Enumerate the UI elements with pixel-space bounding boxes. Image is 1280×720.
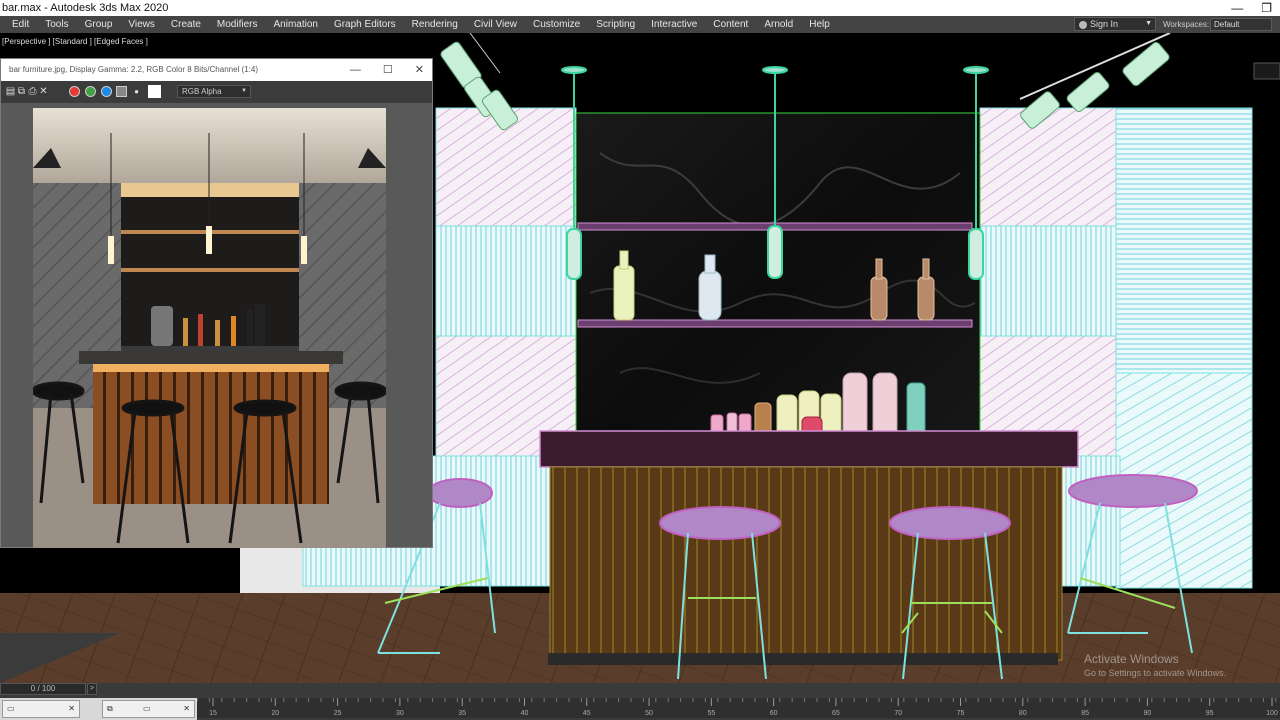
alpha-toggle-icon[interactable] — [116, 86, 127, 97]
tick-label: 30 — [396, 710, 404, 717]
workspaces-label: Workspaces: — [1163, 20, 1210, 29]
frame-buffer-toolbar: ▤ ⧉ ⎙ ✕ ● RGB Alpha ▼ — [1, 81, 432, 103]
channel-select-value: RGB Alpha — [182, 87, 222, 96]
restore-icon[interactable]: ❐ — [1261, 0, 1272, 16]
tick-label: 55 — [707, 710, 715, 717]
menu-tools[interactable]: Tools — [37, 16, 76, 33]
app-window: bar.max - Autodesk 3ds Max 2020 — ❐ Edit… — [0, 0, 1280, 720]
tick-label: 40 — [521, 710, 529, 717]
frame-buffer-titlebar[interactable]: bar furniture.jpg, Display Gamma: 2.2, R… — [1, 59, 432, 81]
menu-help[interactable]: Help — [801, 16, 838, 33]
tick-label: 60 — [770, 710, 778, 717]
tick-label: 35 — [458, 710, 466, 717]
track-bar[interactable]: 15 20 25 30 35 40 45 50 55 60 65 70 75 80 85 90 95 100 — [197, 698, 1280, 718]
tick-label: 15 — [209, 710, 217, 717]
chevron-down-icon: ▼ — [1145, 20, 1152, 27]
menu-modifiers[interactable]: Modifiers — [209, 16, 266, 33]
counter-body — [549, 466, 1063, 661]
menu-rendering[interactable]: Rendering — [404, 16, 466, 33]
chevron-down-icon: ▼ — [241, 88, 247, 94]
blue-channel-toggle[interactable] — [101, 86, 112, 97]
print-icon[interactable]: ⎙ — [27, 86, 38, 97]
menu-interactive[interactable]: Interactive — [643, 16, 705, 33]
red-channel-toggle[interactable] — [69, 86, 80, 97]
minimized-window-icon: ▭ — [7, 704, 15, 713]
workspace-select[interactable]: Default — [1210, 18, 1272, 31]
menu-views[interactable]: Views — [120, 16, 163, 33]
clear-icon[interactable]: ✕ — [38, 86, 49, 97]
lower-shelf — [577, 319, 973, 328]
window-taskbar: ▭ ✕ ⧉ ▭ ✕ — [0, 698, 197, 720]
menu-animation[interactable]: Animation — [265, 16, 325, 33]
menu-graph-editors[interactable]: Graph Editors — [326, 16, 404, 33]
window-title: bar.max - Autodesk 3ds Max 2020 — [2, 2, 169, 14]
taskbar-tab-1[interactable]: ▭ ✕ — [2, 700, 80, 718]
tick-label: 95 — [1206, 710, 1214, 717]
tick-label: 45 — [583, 710, 591, 717]
copy-icon[interactable]: ⧉ — [16, 86, 27, 97]
tick-label: 70 — [894, 710, 902, 717]
tick-label: 100 — [1266, 710, 1278, 717]
restore-icon[interactable]: ▭ — [143, 701, 151, 717]
tick-label: 75 — [957, 710, 965, 717]
close-icon[interactable]: ✕ — [68, 701, 75, 717]
frame-buffer-title: bar furniture.jpg, Display Gamma: 2.2, R… — [9, 65, 258, 74]
title-bar: bar.max - Autodesk 3ds Max 2020 — ❐ — [0, 0, 1280, 16]
menu-customize[interactable]: Customize — [525, 16, 588, 33]
close-icon[interactable]: ✕ — [415, 59, 424, 81]
tick-label: 65 — [832, 710, 840, 717]
window-icon: ⧉ — [107, 704, 113, 713]
menu-content[interactable]: Content — [705, 16, 756, 33]
viewport-label[interactable]: [Perspective ] [Standard ] [Edged Faces … — [2, 37, 148, 46]
maximize-icon[interactable]: ☐ — [383, 59, 393, 81]
tick-label: 85 — [1081, 710, 1089, 717]
reference-photo — [33, 108, 386, 548]
menu-create[interactable]: Create — [163, 16, 209, 33]
frame-buffer-window[interactable]: bar furniture.jpg, Display Gamma: 2.2, R… — [0, 58, 433, 548]
background-swatch[interactable] — [148, 85, 161, 98]
tick-label: 50 — [645, 710, 653, 717]
tick-label: 90 — [1144, 710, 1152, 717]
sign-in-button[interactable]: Sign In ▼ — [1074, 17, 1156, 31]
menu-scripting[interactable]: Scripting — [588, 16, 643, 33]
green-channel-toggle[interactable] — [85, 86, 96, 97]
time-slider[interactable]: 0 / 100 — [0, 683, 86, 695]
menu-edit[interactable]: Edit — [4, 16, 37, 33]
counter-top — [539, 430, 1079, 468]
activate-subtitle: Go to Settings to activate Windows. — [1084, 668, 1227, 678]
menu-arnold[interactable]: Arnold — [756, 16, 801, 33]
minimize-icon[interactable]: — — [350, 59, 361, 81]
tick-label: 25 — [334, 710, 342, 717]
save-icon[interactable]: ▤ — [5, 86, 16, 97]
taskbar-tab-2[interactable]: ⧉ ▭ ✕ — [102, 700, 195, 718]
minimize-icon[interactable]: — — [1231, 0, 1243, 16]
mono-icon[interactable]: ● — [131, 86, 142, 97]
user-icon — [1079, 20, 1087, 29]
activate-windows-watermark: Activate Windows Go to Settings to activ… — [1084, 652, 1226, 678]
menu-civil-view[interactable]: Civil View — [466, 16, 525, 33]
activate-title: Activate Windows — [1084, 652, 1179, 666]
menu-bar: Edit Tools Group Views Create Modifiers … — [0, 16, 1280, 33]
menu-group[interactable]: Group — [77, 16, 121, 33]
frame-buffer-canvas — [1, 103, 432, 548]
close-icon[interactable]: ✕ — [183, 701, 190, 717]
time-slider-next-button[interactable]: > — [87, 683, 97, 695]
channel-select[interactable]: RGB Alpha ▼ — [177, 85, 251, 98]
sign-in-label: Sign In — [1090, 19, 1119, 29]
tick-label: 80 — [1019, 710, 1027, 717]
timeline-area: 0 / 100 > ▭ ✕ ⧉ ▭ ✕ 15 20 25 30 35 40 45 50 55 60… — [0, 683, 1280, 720]
track-bar-ticks: 15 20 25 30 35 40 45 50 55 60 65 70 75 80 85 90 95 100 — [197, 698, 1278, 717]
tick-label: 20 — [271, 710, 279, 717]
